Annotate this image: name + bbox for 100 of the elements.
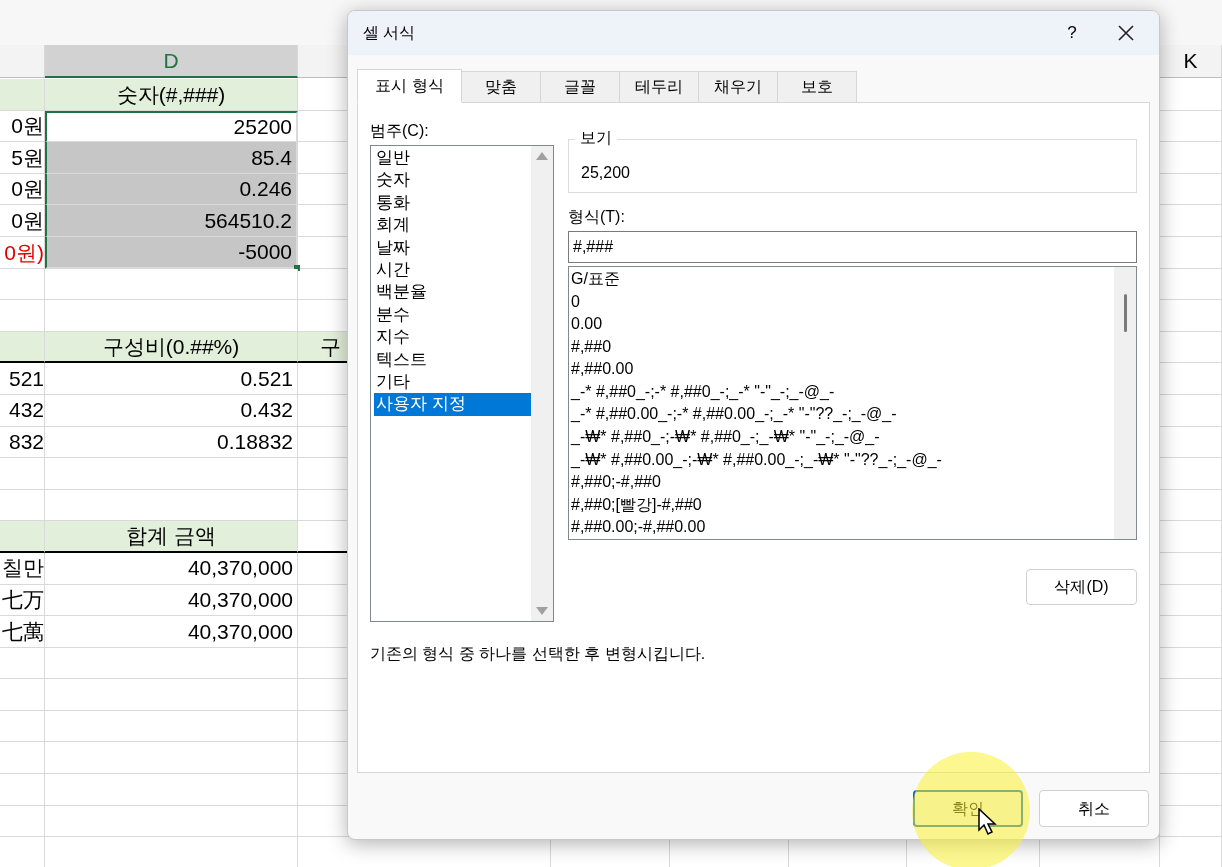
category-item[interactable]: 회계 [374,214,531,237]
table-cell[interactable] [45,647,298,680]
format-label: 형식(T): [568,207,626,227]
table-cell[interactable] [45,742,298,775]
scrollbar-thumb[interactable] [1123,294,1127,332]
cell-text: 85.4 [251,144,292,171]
description-text: 기존의 형식 중 하나를 선택한 후 변형시킵니다. [370,644,707,664]
category-item[interactable]: 분수 [374,303,531,327]
table-cell [0,489,45,522]
format-item[interactable]: _-₩* #,##0.00_-;-₩* #,##0.00_-;_-₩* "-"??_-;_-@_- [571,448,1114,472]
cell-text: 0원 [11,113,44,140]
category-item[interactable]: 숫자 [374,169,531,192]
table-cell[interactable]: 구성비(0.##%) [45,331,298,364]
category-item[interactable]: 사용자 지정 [374,393,531,416]
column-header[interactable]: D [45,45,298,78]
column-letter: K [1183,48,1198,75]
category-item[interactable]: 백분율 [374,281,531,304]
cell-text: 0.18832 [217,429,293,456]
format-item[interactable]: 0 [571,290,1114,314]
table-cell [0,679,45,711]
cell-text: 40,370,000 [187,618,293,645]
column-title: 합계 금액 [126,523,216,550]
cell-text: 432 [8,397,44,424]
cell-text: 칠만 [2,555,44,582]
format-item[interactable]: _-* #,##0.00_-;-* #,##0.00_-;_-* "-"??_-;_-@_- [571,403,1114,427]
table-cell[interactable]: -5000 [45,236,298,269]
tab[interactable]: 표시 형식 [357,69,462,103]
table-cell[interactable] [45,805,298,838]
table-cell[interactable]: 40,370,000 [45,616,298,648]
tab[interactable]: 글꼴 [540,71,620,103]
table-cell[interactable]: 85.4 [45,142,298,174]
table-cell[interactable]: 40,370,000 [45,584,298,617]
column-header[interactable]: K [1160,45,1222,78]
category-item[interactable]: 일반 [374,147,531,170]
table-cell[interactable] [45,489,298,522]
format-item[interactable]: _-₩* #,##0_-;-₩* #,##0_-;_-₩* "-"_-;_-@_- [571,426,1114,449]
category-label: 범주(C): [370,121,430,141]
cell-text: 七萬 [2,618,44,645]
table-cell[interactable] [45,710,298,743]
table-cell[interactable]: 25200 [45,110,298,143]
cell-text: 0.432 [240,397,293,424]
cell-text: 564510.2 [204,207,292,234]
help-button[interactable]: ? [1057,18,1087,48]
tab[interactable]: 채우기 [698,71,778,103]
scrollbar[interactable] [1114,267,1136,539]
scrollbar[interactable] [531,146,553,621]
cancel-button[interactable]: 취소 [1039,790,1149,827]
column-header[interactable] [0,45,45,78]
scroll-up-icon[interactable] [536,152,548,160]
category-item[interactable]: 날짜 [374,236,531,259]
cell-text: 0.521 [240,365,293,392]
table-cell [0,805,45,838]
cell-text: -5000 [238,239,292,265]
table-cell[interactable] [45,268,298,301]
table-cell[interactable]: 564510.2 [45,205,298,237]
table-cell[interactable]: 40,370,000 [45,552,298,585]
table-cell[interactable]: 숫자(#,###) [45,79,298,111]
cell-text: 七万 [2,587,44,614]
category-item[interactable]: 기타 [374,370,531,394]
table-cell[interactable]: 0.521 [45,363,298,395]
table-cell[interactable]: 0.246 [45,173,298,206]
table-cell [0,300,45,332]
format-item[interactable]: #,##0 [571,335,1114,359]
format-item[interactable]: _-* #,##0_-;-* #,##0_-;_-* "-"_-;_-@_- [571,380,1114,404]
format-item[interactable]: #,##0;-#,##0 [571,471,1114,494]
cell-text: 40,370,000 [187,555,293,582]
format-item[interactable]: 0.00 [571,313,1114,336]
table-cell [0,774,45,806]
format-item[interactable]: #,##0;[빨강]-#,##0 [571,493,1114,517]
cell-text: 25200 [233,114,292,141]
category-item[interactable]: 시간 [374,258,531,282]
cell-text: 521 [8,365,44,392]
category-item[interactable]: 지수 [374,326,531,349]
tab[interactable]: 보호 [777,71,857,103]
tab[interactable]: 테두리 [619,71,699,103]
cell-text: 40,370,000 [187,587,293,614]
cell-text: 0원) [4,239,44,266]
table-cell[interactable]: 0.18832 [45,426,298,459]
format-input[interactable]: #,### [568,231,1137,263]
delete-button[interactable]: 삭제(D) [1026,569,1137,605]
table-cell[interactable] [45,300,298,332]
column-letter: D [163,47,179,74]
cell-text: 5원 [11,144,44,171]
cell-text: 0원 [11,207,44,234]
column-title: 숫자(#,###) [116,81,226,108]
format-item[interactable]: #,##0.00;-#,##0.00 [571,516,1114,539]
table-cell[interactable] [45,458,298,490]
category-item[interactable]: 텍스트 [374,348,531,371]
category-list[interactable]: 일반 숫자 통화 회계 날짜 시간 백분율 분수 지수 텍스트 기타 사용자 지정 [370,145,554,622]
table-cell[interactable] [45,774,298,806]
format-item[interactable]: G/표준 [571,268,1114,291]
table-cell[interactable] [45,679,298,711]
close-icon [1117,24,1135,42]
dialog-title: 셀 서식 [363,23,416,43]
format-item[interactable]: #,##0.00 [571,358,1114,381]
tab[interactable]: 맞춤 [461,71,541,103]
table-cell[interactable]: 합계 금액 [45,521,298,553]
format-list[interactable] [568,266,1137,540]
category-item[interactable]: 통화 [374,191,531,215]
table-cell[interactable]: 0.432 [45,394,298,427]
